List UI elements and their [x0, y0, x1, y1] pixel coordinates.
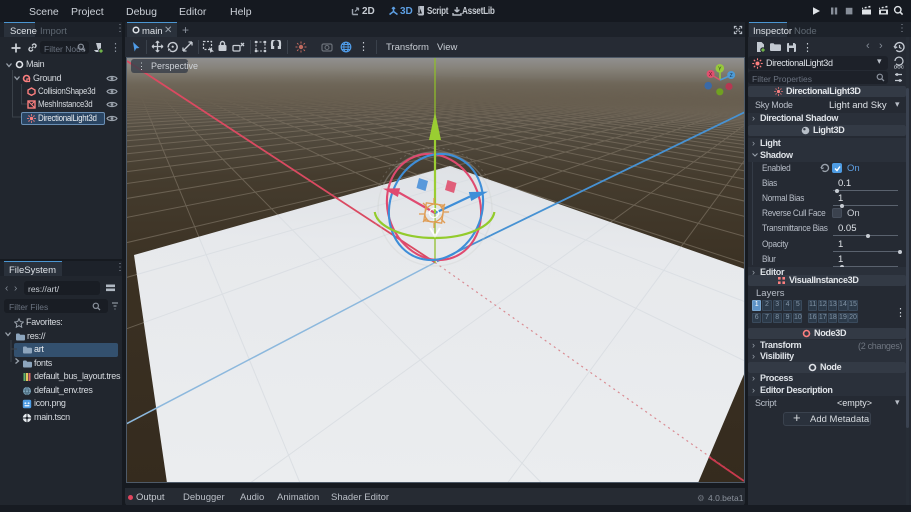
svg-text:DOC: DOC — [894, 65, 905, 70]
svg-text:Z: Z — [730, 73, 733, 79]
